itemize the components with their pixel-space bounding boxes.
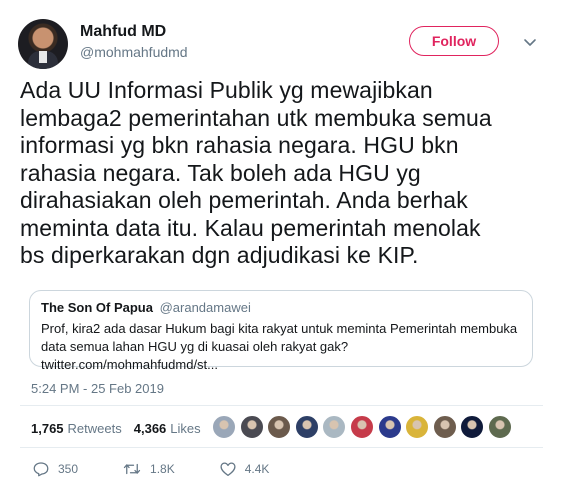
liker-avatar[interactable] — [239, 415, 264, 439]
follow-button[interactable]: Follow — [409, 26, 499, 56]
chevron-down-icon[interactable] — [522, 34, 538, 50]
tweet-timestamp[interactable]: 5:24 PM - 25 Feb 2019 — [31, 381, 164, 396]
reply-icon — [33, 462, 49, 477]
divider — [20, 405, 543, 406]
avatar-collar — [39, 51, 47, 63]
liker-avatar[interactable] — [349, 415, 374, 439]
liker-avatar[interactable] — [432, 415, 457, 439]
quoted-tweet[interactable]: The Son Of Papua @arandamawei Prof, kira… — [29, 290, 533, 372]
retweet-button[interactable]: 1.8K — [122, 460, 175, 478]
divider — [20, 447, 543, 448]
reply-button[interactable]: 350 — [32, 460, 78, 478]
retweet-count: 1.8K — [150, 462, 175, 476]
quoted-author-handle: @arandamawei — [159, 300, 251, 315]
quoted-tweet-header: The Son Of Papua @arandamawei — [41, 300, 522, 316]
liker-avatar[interactable] — [487, 415, 512, 439]
author-handle[interactable]: @mohmahfudmd — [80, 44, 188, 60]
liker-avatar[interactable] — [405, 415, 430, 439]
liker-avatar[interactable] — [294, 415, 319, 439]
author-avatar[interactable] — [18, 19, 68, 69]
retweets-label[interactable]: Retweets — [68, 421, 122, 436]
likes-label[interactable]: Likes — [170, 421, 200, 436]
like-button[interactable]: 4.4K — [219, 460, 270, 478]
liker-avatar[interactable] — [212, 415, 236, 439]
tweet-actions: 350 1.8K 4.4K — [32, 460, 313, 478]
liker-avatar[interactable] — [322, 415, 347, 439]
liker-avatar[interactable] — [267, 415, 292, 439]
tweet-stats: 1,765 Retweets 4,366 Likes — [31, 421, 201, 436]
retweet-icon — [123, 463, 141, 475]
liker-avatar[interactable] — [460, 415, 485, 439]
liker-avatar[interactable] — [377, 415, 402, 439]
like-count: 4.4K — [244, 462, 270, 476]
likers-avatars — [212, 415, 516, 439]
heart-icon — [220, 462, 236, 477]
quoted-tweet-text: Prof, kira2 ada dasar Hukum bagi kita ra… — [41, 321, 518, 372]
retweets-count[interactable]: 1,765 — [31, 421, 64, 436]
author-name[interactable]: Mahfud MD — [80, 23, 166, 41]
quoted-author-name: The Son Of Papua — [41, 300, 153, 315]
likes-count[interactable]: 4,366 — [134, 421, 167, 436]
tweet-text: Ada UU Informasi Publik yg mewajibkan le… — [20, 77, 492, 268]
reply-count: 350 — [58, 462, 79, 476]
